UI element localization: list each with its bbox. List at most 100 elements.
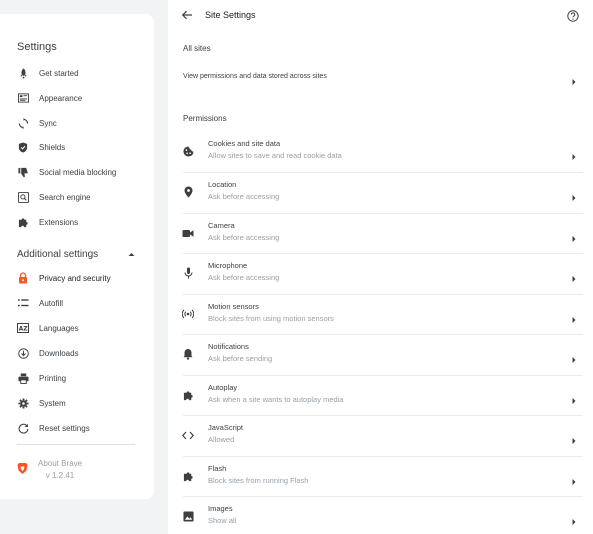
help-icon[interactable]	[567, 9, 579, 22]
permission-title: Cookies and site data	[208, 139, 281, 148]
puzzle-icon	[182, 470, 194, 482]
permission-row-location[interactable]: Location Ask before accessing	[168, 173, 593, 213]
sidebar-item-label: Search engine	[39, 192, 91, 202]
appearance-icon	[17, 92, 29, 104]
back-arrow-icon[interactable]	[181, 8, 195, 22]
sidebar-item-label: Reset settings	[39, 423, 90, 433]
permission-row-camera[interactable]: Camera Ask before accessing	[168, 214, 593, 254]
sidebar-item-label: Printing	[39, 373, 67, 383]
permission-row-notifications[interactable]: Notifications Ask before sending	[168, 335, 593, 375]
view-all-sites-row[interactable]: View permissions and data stored across …	[168, 64, 593, 90]
chevron-right-icon	[571, 513, 577, 525]
sidebar-item-label: System	[39, 398, 66, 408]
puzzle-icon	[17, 216, 29, 228]
sidebar-item-label: Social media blocking	[39, 167, 117, 177]
permission-row-microphone[interactable]: Microphone Ask before accessing	[168, 254, 593, 294]
sidebar-item-label: Get started	[39, 68, 79, 78]
location-pin-icon	[182, 186, 194, 198]
view-all-sites-label: View permissions and data stored across …	[183, 73, 327, 80]
permission-title: Microphone	[208, 261, 248, 270]
sidebar-item-label: Sync	[39, 118, 57, 128]
sidebar-item-shields[interactable]: Shields	[17, 137, 147, 157]
permission-title: Images	[208, 504, 233, 513]
code-icon	[182, 429, 194, 441]
permission-subtitle: Ask before accessing	[208, 192, 280, 201]
chevron-right-icon	[571, 189, 577, 201]
chevron-right-icon	[571, 473, 577, 485]
sidebar-item-label: Downloads	[39, 348, 79, 358]
svg-text:AZ: AZ	[19, 326, 29, 333]
permission-subtitle: Block sites from using motion sensors	[208, 314, 334, 323]
permission-row-motion-sensors[interactable]: Motion sensors Block sites from using mo…	[168, 295, 593, 335]
permission-title: Camera	[208, 221, 235, 230]
brave-logo-icon	[17, 462, 28, 480]
sidebar-item-privacy-and-security[interactable]: Privacy and security	[17, 268, 147, 288]
permission-subtitle: Ask before accessing	[208, 233, 280, 242]
chevron-right-icon	[571, 392, 577, 404]
site-settings-panel: Site Settings All sites View permissions…	[168, 0, 593, 534]
lock-icon	[17, 272, 29, 284]
sidebar-item-downloads[interactable]: Downloads	[17, 343, 147, 363]
sidebar: Settings Get started Appearance Sync Shi…	[0, 14, 154, 499]
sidebar-item-label: Autofill	[39, 298, 64, 308]
reset-icon	[17, 422, 29, 434]
sidebar-item-appearance[interactable]: Appearance	[17, 88, 147, 108]
chevron-up-icon	[128, 249, 135, 260]
chevron-right-icon	[571, 432, 577, 444]
puzzle-icon	[182, 389, 194, 401]
rocket-icon	[17, 67, 29, 79]
image-icon	[182, 510, 194, 522]
motion-sensor-icon	[182, 308, 194, 320]
sidebar-item-label: Appearance	[39, 93, 83, 103]
permission-subtitle: Allowed	[208, 435, 235, 444]
microphone-icon	[182, 267, 194, 279]
sidebar-item-sync[interactable]: Sync	[17, 113, 147, 133]
about-brave[interactable]: About Brave v 1.2.41	[17, 458, 82, 482]
gear-icon	[17, 397, 29, 409]
search-icon	[17, 191, 29, 203]
chevron-right-icon	[571, 230, 577, 242]
chevron-right-icon	[571, 270, 577, 282]
additional-settings-label: Additional settings	[17, 248, 99, 260]
permission-subtitle: Allow sites to save and read cookie data	[208, 151, 342, 160]
all-sites-heading: All sites	[183, 44, 211, 53]
permission-title: Location	[208, 180, 237, 189]
permission-title: Autoplay	[208, 383, 238, 392]
permission-row-javascript[interactable]: JavaScript Allowed	[168, 416, 593, 456]
sidebar-item-label: Extensions	[39, 217, 79, 227]
download-icon	[17, 347, 29, 359]
bell-icon	[182, 348, 194, 360]
sidebar-item-search-engine[interactable]: Search engine	[17, 187, 147, 207]
sidebar-title: Settings	[17, 41, 57, 53]
sidebar-item-label: Privacy and security	[39, 273, 111, 283]
sidebar-item-languages[interactable]: AZ Languages	[17, 318, 147, 338]
list-icon	[17, 297, 29, 309]
about-brave-label: About Brave	[38, 459, 83, 468]
version-label: v 1.2.41	[45, 471, 75, 480]
chevron-right-icon	[571, 73, 577, 85]
sidebar-item-get-started[interactable]: Get started	[17, 63, 147, 83]
sidebar-item-label: Shields	[39, 142, 66, 152]
sidebar-item-printing[interactable]: Printing	[17, 368, 147, 388]
permission-title: JavaScript	[208, 423, 244, 432]
chevron-right-icon	[571, 148, 577, 160]
permission-subtitle: Ask before sending	[208, 354, 273, 363]
cookie-icon	[182, 145, 194, 157]
printer-icon	[17, 372, 29, 384]
sidebar-item-extensions[interactable]: Extensions	[17, 212, 147, 232]
sidebar-item-social-media-blocking[interactable]: Social media blocking	[17, 162, 147, 182]
permission-subtitle: Ask when a site wants to autoplay media	[208, 395, 344, 404]
additional-settings-toggle[interactable]: Additional settings	[17, 247, 135, 261]
permission-row-flash[interactable]: Flash Block sites from running Flash	[168, 457, 593, 497]
chevron-right-icon	[571, 351, 577, 363]
thumbs-down-icon	[17, 166, 29, 178]
permission-subtitle: Block sites from running Flash	[208, 476, 309, 485]
permission-row-autoplay[interactable]: Autoplay Ask when a site wants to autopl…	[168, 376, 593, 416]
sidebar-item-autofill[interactable]: Autofill	[17, 293, 147, 313]
permission-row-cookies[interactable]: Cookies and site data Allow sites to sav…	[168, 132, 593, 172]
sidebar-item-system[interactable]: System	[17, 393, 147, 413]
permission-subtitle: Ask before accessing	[208, 273, 280, 282]
permission-row-images[interactable]: Images Show all	[168, 497, 593, 534]
permission-title: Flash	[208, 464, 227, 473]
sidebar-item-reset-settings[interactable]: Reset settings	[17, 418, 147, 438]
